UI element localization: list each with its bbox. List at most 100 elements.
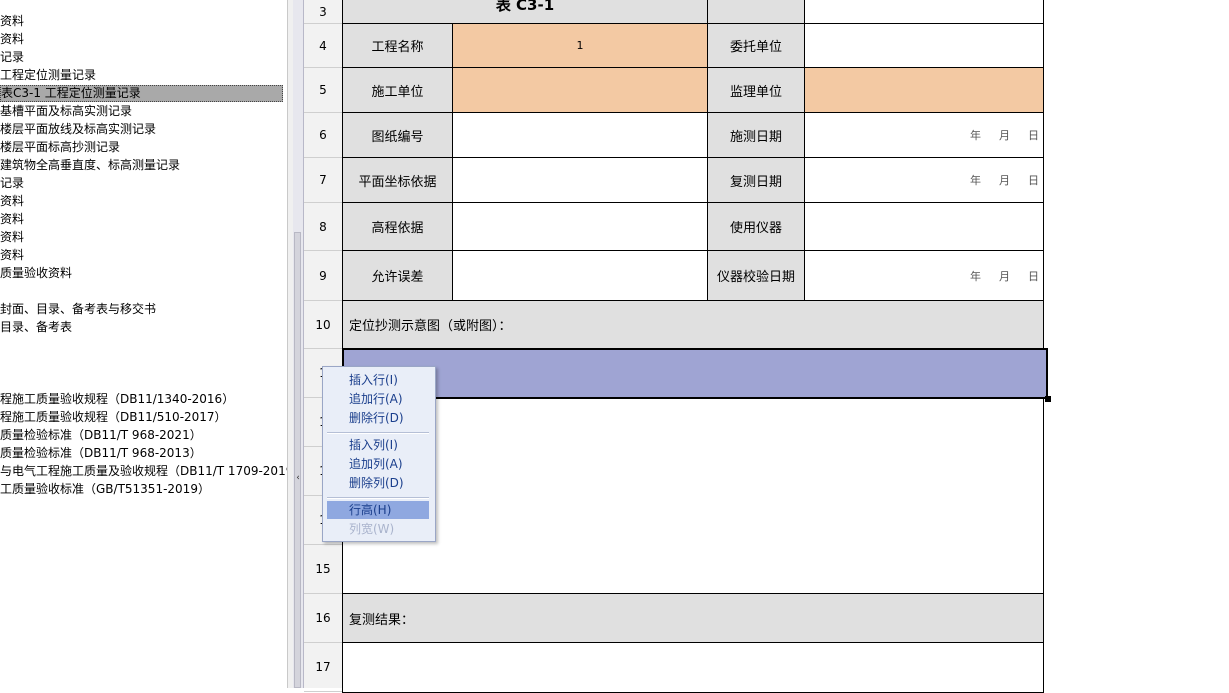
tree-item[interactable]: 程施工质量验收规程（DB11/1340-2016） (0, 391, 234, 408)
client-label: 委托单位 (708, 24, 805, 68)
tree-item[interactable]: 资料 (0, 193, 24, 210)
project-name-label: 工程名称 (342, 24, 453, 68)
tolerance-input[interactable] (453, 251, 708, 301)
menu-row-height[interactable]: 行高(H) (327, 501, 429, 519)
supervision-unit-input[interactable] (805, 68, 1044, 113)
construction-unit-input[interactable] (453, 68, 708, 113)
elevation-input[interactable] (453, 203, 708, 251)
supervision-unit-label: 监理单位 (708, 68, 805, 113)
menu-delete-col[interactable]: 删除列(D) (327, 474, 429, 492)
row-number[interactable]: 10 (304, 301, 342, 349)
menu-append-col[interactable]: 追加列(A) (327, 455, 429, 473)
calibration-date-label: 仪器校验日期 (708, 251, 805, 301)
form-sheet: 表 C3-1 工程名称 1 委托单位 施工单位 监理单位 图纸编号 施测日期 年… (342, 0, 1229, 693)
project-name-input[interactable]: 1 (453, 24, 708, 68)
menu-separator (327, 432, 429, 434)
row-number[interactable]: 7 (304, 158, 342, 203)
row-number[interactable]: 3 (304, 0, 342, 24)
construction-unit-label: 施工单位 (342, 68, 453, 113)
tree-item[interactable]: 资料 (0, 229, 24, 246)
menu-insert-col[interactable]: 插入列(I) (327, 436, 429, 454)
row-number[interactable]: 8 (304, 203, 342, 251)
plane-coord-label-text: 平面坐标依据 (358, 174, 437, 190)
cell-r3-c4[interactable] (805, 0, 1044, 24)
menu-col-width[interactable]: 列宽(W) (327, 520, 429, 538)
date-day: 日 (1028, 174, 1039, 187)
tree-scrollbar-thumb[interactable] (294, 232, 301, 688)
tree-item[interactable]: 记录 (0, 49, 24, 66)
date-year: 年 (970, 269, 981, 283)
survey-date-label: 施测日期 (708, 113, 805, 158)
calibration-date-label-text: 仪器校验日期 (716, 270, 795, 285)
supervision-unit-label-text: 监理单位 (729, 84, 782, 100)
plane-coord-input[interactable] (453, 158, 708, 203)
tree-item[interactable]: 建筑物全高垂直度、标高测量记录 (0, 157, 180, 174)
drawing-no-input[interactable] (453, 113, 708, 158)
tree-item-selected[interactable]: 表C3-1 工程定位测量记录 (0, 85, 283, 102)
sketch-label: 定位抄测示意图（或附图）： (342, 301, 1044, 349)
tree-item[interactable]: 质量检验标准（DB11/T 968-2021） (0, 427, 202, 444)
date-month: 月 (999, 129, 1010, 142)
row-number[interactable]: 16 (304, 594, 342, 643)
date-month: 月 (999, 269, 1010, 283)
drawing-no-label: 图纸编号 (342, 113, 453, 158)
instrument-label: 使用仪器 (708, 203, 805, 251)
client-label-text: 委托单位 (729, 40, 782, 55)
resurvey-result-input[interactable] (342, 643, 1044, 693)
tree-item[interactable]: 楼层平面放线及标高实测记录 (0, 121, 156, 138)
tree-item[interactable]: 楼层平面标高抄测记录 (0, 139, 120, 156)
construction-unit-label-text: 施工单位 (371, 84, 424, 100)
collapse-left-icon[interactable]: ‹ (294, 470, 302, 486)
tree-item[interactable]: 质量检验标准（DB11/T 968-2013） (0, 445, 202, 462)
tolerance-label-text: 允许误差 (371, 270, 424, 285)
tree-item[interactable]: 记录 (0, 175, 24, 192)
row-number[interactable]: 5 (304, 68, 342, 113)
menu-append-row[interactable]: 追加行(A) (327, 390, 429, 408)
cell-r3-c3[interactable] (708, 0, 805, 24)
survey-date-label-text: 施测日期 (729, 129, 782, 145)
instrument-input[interactable] (805, 203, 1044, 251)
row-number[interactable]: 6 (304, 113, 342, 158)
calibration-date-input[interactable]: 年月日 (805, 251, 1044, 301)
tree-panel: 资料 资料 记录 工程定位测量记录 表C3-1 工程定位测量记录 基槽平面及标高实测记录楼… (0, 0, 287, 688)
tolerance-label: 允许误差 (342, 251, 453, 301)
row-number[interactable]: 4 (304, 24, 342, 68)
form-title: 表 C3-1 (495, 0, 555, 14)
tree-item[interactable]: 资料 (0, 211, 24, 228)
resurvey-date-label: 复测日期 (708, 158, 805, 203)
tree-item[interactable]: 资料 (0, 247, 24, 264)
sketch-label-text: 定位抄测示意图（或附图）： (349, 319, 512, 334)
instrument-label-text: 使用仪器 (729, 221, 782, 236)
tree-item[interactable]: 与电气工程施工质量及验收规程（DB11/T 1709-2019） (0, 463, 287, 480)
resurvey-date-label-text: 复测日期 (729, 174, 782, 190)
date-day: 日 (1028, 129, 1039, 142)
menu-insert-row[interactable]: 插入行(I) (327, 371, 429, 389)
elevation-label: 高程依据 (342, 203, 453, 251)
row-number[interactable]: 17 (304, 643, 342, 692)
survey-date-input[interactable]: 年月日 (805, 113, 1044, 158)
date-year: 年 (970, 174, 981, 187)
menu-delete-row[interactable]: 删除行(D) (327, 409, 429, 427)
project-name-label-text: 工程名称 (371, 40, 424, 55)
tree-item[interactable]: 封面、目录、备考表与移交书 (0, 301, 156, 318)
selection-fill-handle[interactable] (1045, 396, 1051, 402)
menu-separator (327, 497, 429, 499)
context-menu: 插入行(I) 追加行(A) 删除行(D) 插入列(I) 追加列(A) 删除列(D… (322, 366, 436, 542)
row-number[interactable]: 15 (304, 545, 342, 594)
tree-item[interactable]: 资料 (0, 13, 24, 30)
tree-item[interactable]: 工质量验收标准（GB/T51351-2019） (0, 481, 210, 498)
form-title-cell[interactable]: 表 C3-1 (342, 0, 708, 24)
tree-item[interactable]: 资料 (0, 31, 24, 48)
tree-item[interactable]: 质量验收资料 (0, 265, 72, 282)
client-input[interactable] (805, 24, 1044, 68)
tree-item[interactable]: 工程定位测量记录 (0, 67, 96, 84)
selected-row[interactable] (342, 348, 1048, 399)
resurvey-result-label: 复测结果： (342, 594, 1044, 643)
drawing-no-label-text: 图纸编号 (371, 129, 424, 145)
tree-item[interactable]: 基槽平面及标高实测记录 (0, 103, 132, 120)
tree-item[interactable]: 程施工质量验收规程（DB11/510-2017） (0, 409, 227, 426)
tree-item[interactable]: 目录、备考表 (0, 319, 72, 336)
row-number[interactable]: 9 (304, 251, 342, 301)
resurvey-date-input[interactable]: 年月日 (805, 158, 1044, 203)
resurvey-result-label-text: 复测结果： (349, 612, 415, 628)
